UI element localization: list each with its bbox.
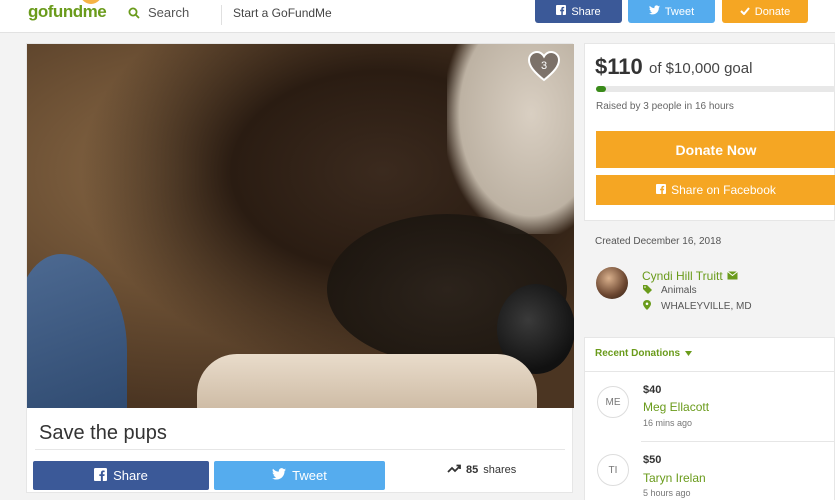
recent-donations-card: Recent Donations ME $40 Meg Ellacott 16 … [584,337,835,500]
donation-time: 5 hours ago [643,488,691,498]
category-row[interactable]: Animals [643,285,697,296]
location-pin-icon [643,300,653,312]
top-header: gofundme Search Start a GoFundMe Share T… [0,0,835,33]
organizer-name[interactable]: Cyndi Hill Truitt [642,269,738,283]
donate-now-button[interactable]: Donate Now [596,131,835,168]
photo-blanket [27,254,127,408]
donation-amount: $40 [643,384,662,396]
donation-divider [641,441,835,442]
location-label: WHALEYVILLE, MD [661,300,752,312]
share-on-facebook-button[interactable]: Share on Facebook [596,175,835,205]
list-item: TI $50 Taryn Irelan 5 hours ago [585,448,835,500]
tag-icon [643,285,653,296]
start-gofundme-link[interactable]: Start a GoFundMe [233,6,332,20]
email-icon[interactable] [726,269,738,283]
donation-time: 16 mins ago [643,418,693,428]
raised-by-text: Raised by 3 people in 16 hours [596,101,734,112]
twitter-icon [648,5,660,18]
share-on-facebook-label: Share on Facebook [671,183,776,197]
recent-donations-toggle[interactable]: Recent Donations [595,348,693,359]
donor-name[interactable]: Meg Ellacott [643,400,709,414]
campaign-share-button[interactable]: Share [33,461,209,490]
donor-avatar: TI [597,454,629,486]
organizer-name-text: Cyndi Hill Truitt [642,269,723,283]
recent-divider [585,371,835,372]
title-divider [35,449,565,450]
avatar[interactable] [596,267,628,299]
caret-down-icon [685,348,693,359]
campaign-photo: 3 [27,44,574,408]
goal-progress-fill [596,86,606,92]
goal-text: of $10,000 goal [649,60,753,77]
campaign-share-label: Share [113,468,148,483]
photo-paw [197,354,537,408]
campaign-tweet-label: Tweet [292,468,327,483]
header-donate-label: Donate [754,5,791,18]
created-date: Created December 16, 2018 [595,236,722,247]
facebook-icon [556,5,567,18]
twitter-icon [272,468,287,483]
trending-icon [447,464,461,476]
shares-number: 85 [466,464,479,476]
check-icon [740,6,750,18]
goal-card: $110 of $10,000 goal Raised by 3 people … [584,43,835,221]
header-donate-button[interactable]: Donate [722,0,808,23]
donation-amount: $50 [643,454,662,466]
header-share-label: Share [571,5,601,18]
list-item: ME $40 Meg Ellacott 16 mins ago [585,378,835,444]
goal-progress-bar [596,86,835,92]
header-divider [221,5,222,25]
donor-avatar: ME [597,386,629,418]
search-label: Search [148,5,190,20]
shares-word: shares [483,464,517,476]
category-label: Animals [661,285,697,296]
search-link[interactable]: Search [128,5,189,20]
raised-amount: $110 [595,54,643,79]
facebook-icon [94,467,108,484]
campaign-card: 3 Save the pups Share Tweet 85 shares [26,43,574,493]
header-share-button[interactable]: Share [535,0,622,23]
gofundme-logo[interactable]: gofundme [28,2,107,22]
header-tweet-button[interactable]: Tweet [628,0,715,23]
heart-count: 3 [540,60,548,72]
facebook-icon [656,183,667,197]
donor-name[interactable]: Taryn Irelan [643,471,706,485]
location-row: WHALEYVILLE, MD [643,300,752,312]
search-icon [128,7,140,19]
campaign-tweet-button[interactable]: Tweet [214,461,385,490]
campaign-title: Save the pups [39,422,167,444]
recent-donations-title: Recent Donations [595,348,681,359]
header-tweet-label: Tweet [664,5,695,18]
shares-count: 85 shares [447,464,516,476]
